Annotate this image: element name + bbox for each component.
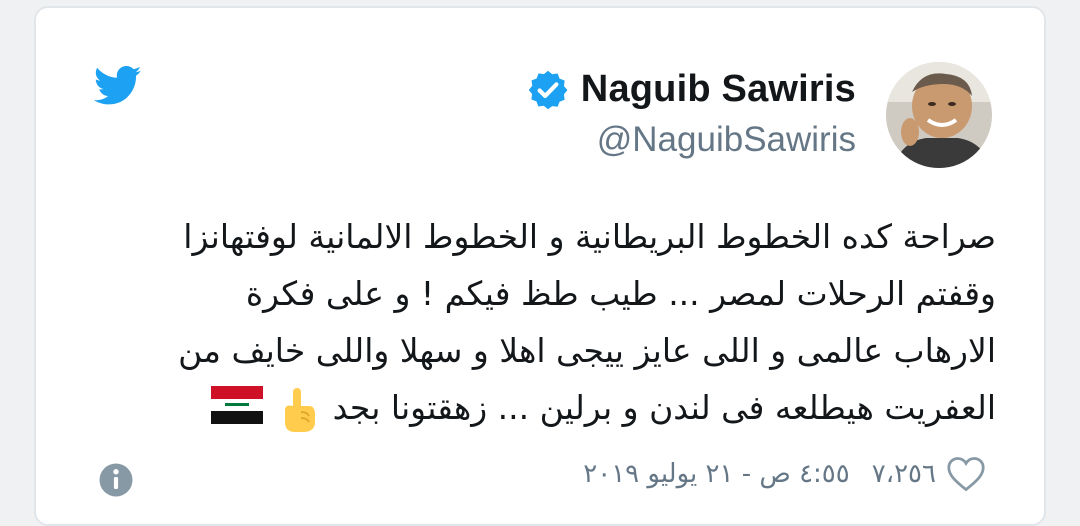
tweet-footer: ٧،٢٥٦ ٤:٥٥ ص - ٢١ يوليو ٢٠١٩	[36, 452, 1044, 502]
info-icon[interactable]	[98, 462, 134, 498]
tweet-card: Naguib Sawiris @NaguibSawiris صراحة كده …	[34, 6, 1046, 526]
tweet-line: صراحة كده الخطوط البريطانية و الخطوط الا…	[183, 217, 996, 256]
tweet-line: العفريت هيطلعه فى لندن و برلين ... زهقتو…	[332, 388, 996, 427]
like-button[interactable]: ٧،٢٥٦	[872, 456, 986, 492]
emoji-row	[210, 385, 317, 434]
user-handle[interactable]: @NaguibSawiris	[597, 120, 856, 160]
tweet-line-with-emoji: العفريت هيطلعه فى لندن و برلين ... زهقتو…	[86, 379, 996, 436]
display-name[interactable]: Naguib Sawiris	[581, 68, 856, 111]
iraq-flag-icon	[210, 385, 263, 424]
verified-badge-icon	[528, 70, 568, 109]
timestamp[interactable]: ٤:٥٥ ص - ٢١ يوليو ٢٠١٩	[583, 459, 849, 489]
avatar[interactable]	[886, 62, 992, 168]
pointing-finger-icon	[284, 387, 315, 432]
twitter-bird-icon[interactable]	[94, 66, 142, 106]
tweet-meta: ٧،٢٥٦ ٤:٥٥ ص - ٢١ يوليو ٢٠١٩	[583, 456, 986, 492]
user-name-row[interactable]: Naguib Sawiris	[527, 68, 856, 111]
tweet-line: وقفتم الرحلات لمصر ... طيب طظ فيكم ! و ع…	[245, 274, 996, 313]
tweet-text: صراحة كده الخطوط البريطانية و الخطوط الا…	[86, 208, 996, 436]
tweet-line: الارهاب عالمى و اللى عايز ييجى اهلا و سه…	[178, 331, 996, 370]
heart-icon[interactable]	[946, 456, 986, 492]
like-count[interactable]: ٧،٢٥٦	[872, 459, 936, 489]
